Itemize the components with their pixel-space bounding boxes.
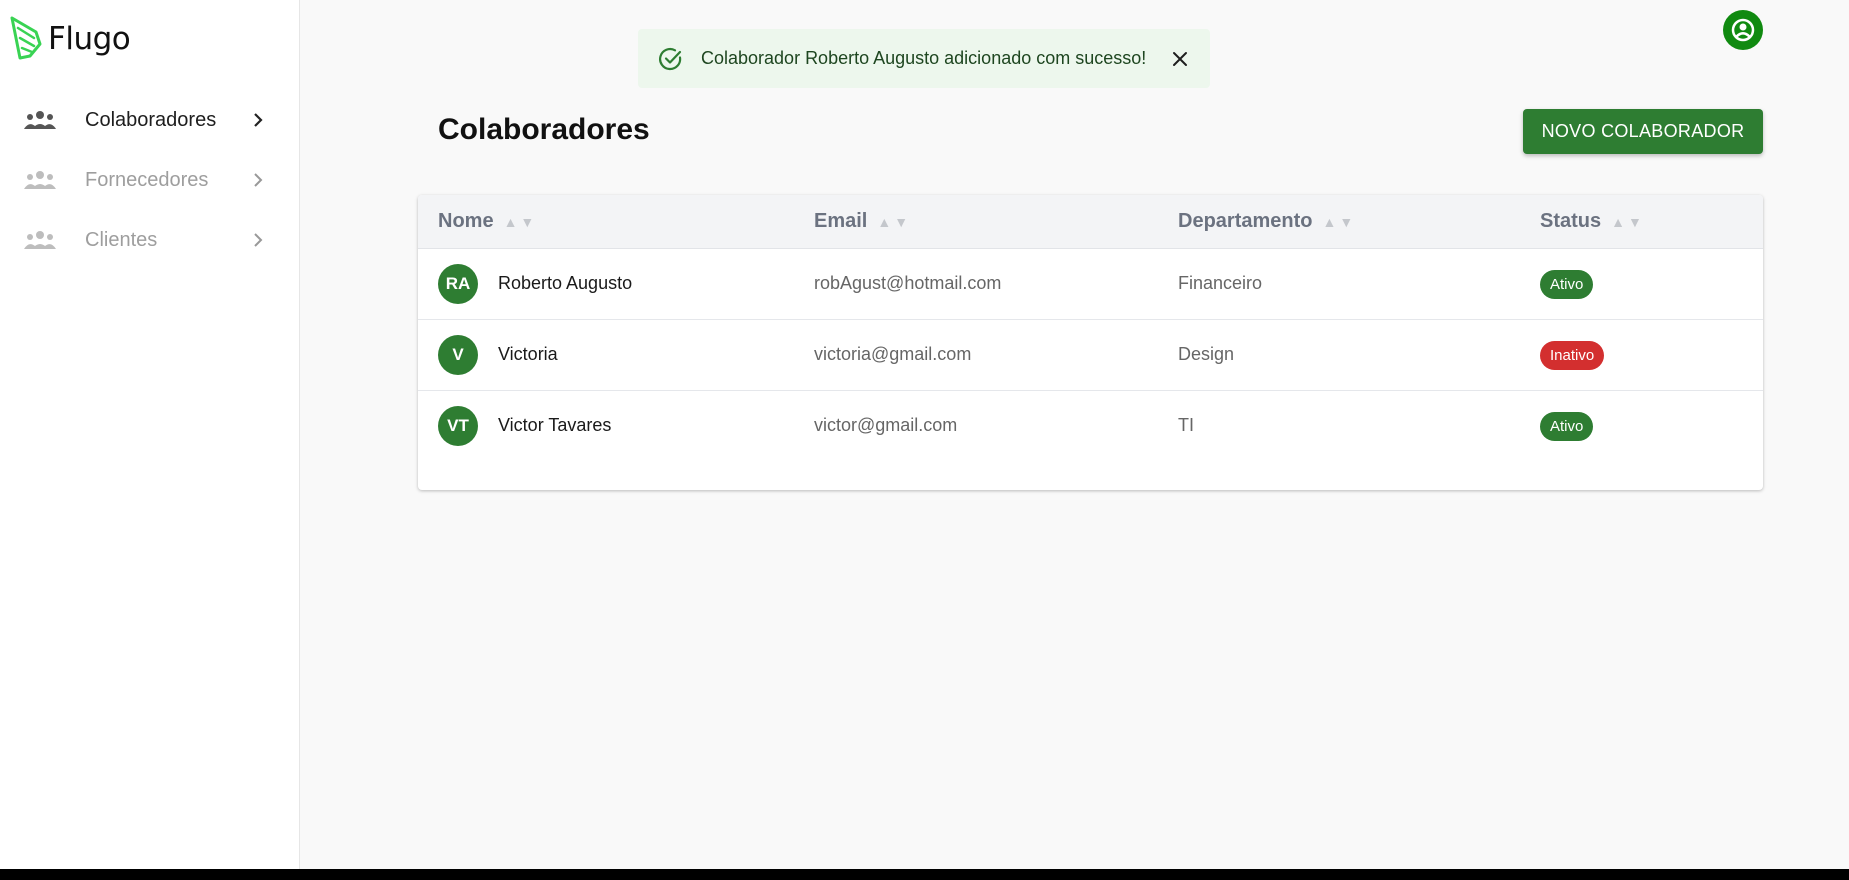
- sidebar-item-label: Clientes: [85, 228, 158, 251]
- sidebar-item-label: Fornecedores: [85, 168, 209, 191]
- account-circle-icon: [1731, 18, 1755, 42]
- people-icon: [24, 171, 56, 189]
- sidebar-nav: Colaboradores Fornecedores Clientes: [0, 90, 299, 270]
- status-badge: Ativo: [1540, 412, 1594, 441]
- app-window: Flugo Colaboradores Fornecedores Cliente…: [0, 0, 1849, 869]
- column-header-label: Departamento: [1178, 210, 1313, 232]
- cell-email: victoria@gmail.com: [814, 344, 972, 364]
- column-header-nome[interactable]: Nome ▲▼: [438, 195, 537, 248]
- avatar: RA: [438, 264, 478, 304]
- status-badge: Ativo: [1540, 270, 1594, 299]
- chevron-right-icon: [254, 233, 263, 247]
- cell-department: Design: [1178, 344, 1235, 364]
- column-header-status[interactable]: Status ▲▼: [1540, 195, 1645, 248]
- column-header-label: Email: [814, 210, 868, 232]
- column-header-email[interactable]: Email ▲▼: [814, 195, 911, 248]
- check-circle-icon: [659, 47, 682, 71]
- table-row[interactable]: VT Victor Tavares victor@gmail.com TI At…: [418, 390, 1763, 461]
- cell-email: victor@gmail.com: [814, 415, 958, 435]
- table-row[interactable]: V Victoria victoria@gmail.com Design Ina…: [418, 319, 1763, 391]
- sort-icon[interactable]: ▲▼: [1322, 214, 1356, 230]
- logo-text: Flugo: [48, 21, 131, 57]
- table-row[interactable]: RA Roberto Augusto robAgust@hotmail.com …: [418, 248, 1763, 320]
- close-icon[interactable]: [1171, 50, 1189, 68]
- column-header-label: Nome: [438, 210, 494, 232]
- sort-icon[interactable]: ▲▼: [1611, 214, 1645, 230]
- cell-name: Victoria: [498, 344, 558, 364]
- cell-department: Financeiro: [1178, 273, 1263, 293]
- new-colaborador-button[interactable]: NOVO COLABORADOR: [1523, 109, 1763, 154]
- cell-name: Roberto Augusto: [498, 273, 633, 293]
- colaboradores-table: Nome ▲▼ Email ▲▼ Departamento ▲▼ Status …: [418, 195, 1763, 490]
- success-toast: Colaborador Roberto Augusto adicionado c…: [638, 29, 1210, 88]
- sort-icon[interactable]: ▲▼: [877, 214, 911, 230]
- cell-department: TI: [1178, 415, 1194, 435]
- sort-icon[interactable]: ▲▼: [504, 214, 538, 230]
- page-title: Colaboradores: [438, 113, 650, 146]
- status-badge: Inativo: [1540, 341, 1605, 370]
- logo[interactable]: Flugo: [10, 16, 131, 62]
- sidebar: Flugo Colaboradores Fornecedores Cliente…: [0, 0, 300, 869]
- chevron-right-icon: [254, 113, 263, 127]
- sidebar-item-clientes[interactable]: Clientes: [0, 210, 299, 270]
- people-icon: [24, 231, 56, 249]
- sidebar-item-colaboradores[interactable]: Colaboradores: [0, 90, 299, 150]
- wing-logo-icon: [10, 16, 42, 60]
- avatar: V: [438, 335, 478, 375]
- cell-email: robAgust@hotmail.com: [814, 273, 1002, 293]
- column-header-departamento[interactable]: Departamento ▲▼: [1178, 195, 1356, 248]
- chevron-right-icon: [254, 173, 263, 187]
- sidebar-item-fornecedores[interactable]: Fornecedores: [0, 150, 299, 210]
- cell-name: Victor Tavares: [498, 415, 612, 435]
- user-account-button[interactable]: [1723, 10, 1763, 50]
- toast-message: Colaborador Roberto Augusto adicionado c…: [701, 48, 1147, 68]
- table-header: Nome ▲▼ Email ▲▼ Departamento ▲▼ Status …: [418, 195, 1763, 249]
- people-icon: [24, 111, 56, 129]
- avatar: VT: [438, 406, 478, 446]
- sidebar-item-label: Colaboradores: [85, 108, 217, 131]
- column-header-label: Status: [1540, 210, 1602, 232]
